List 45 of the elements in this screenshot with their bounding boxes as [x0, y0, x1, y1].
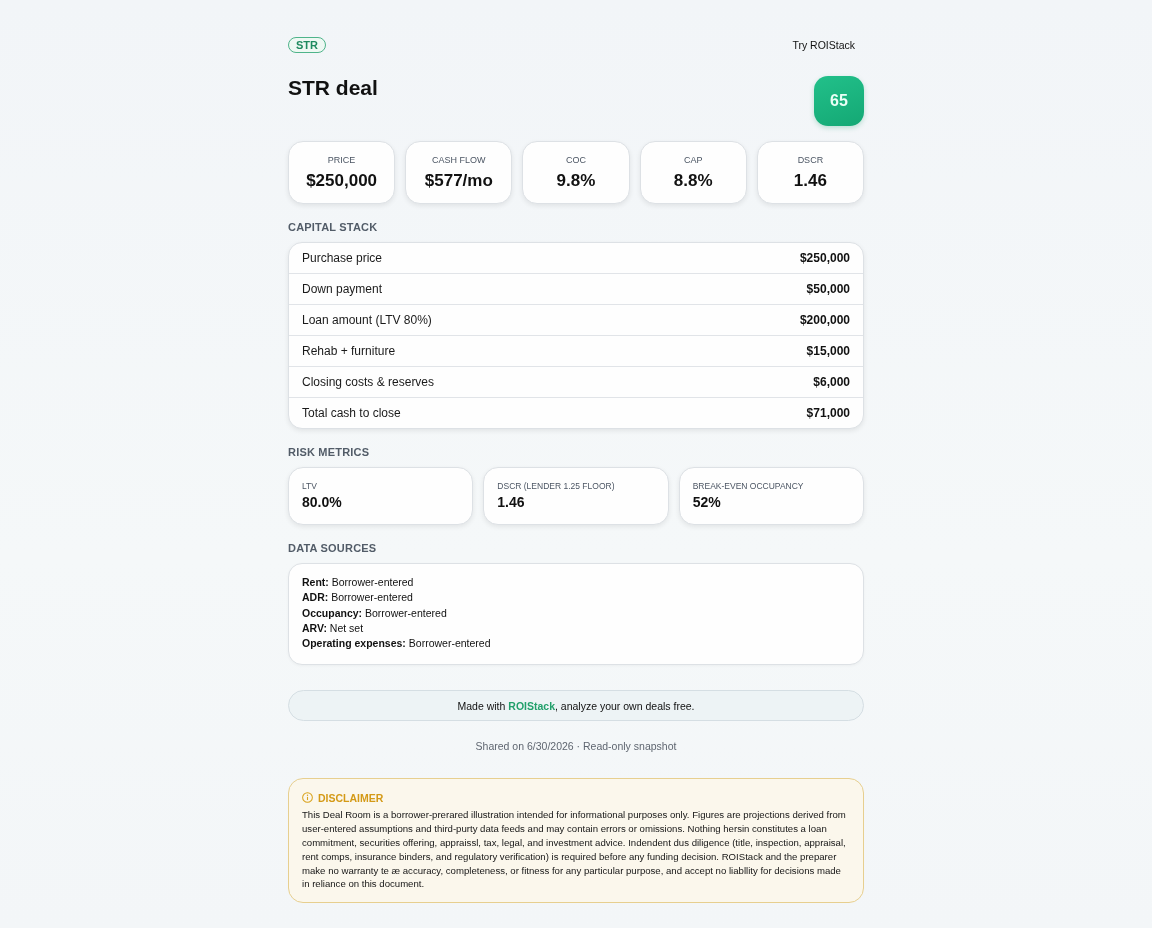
deal-type-badge: STR [288, 37, 326, 53]
metric-value: $250,000 [306, 171, 378, 191]
metric-label: PRICE [327, 155, 356, 166]
row-value: $6,000 [813, 375, 850, 389]
risk-value: 52% [692, 494, 722, 511]
metric-label: COC [566, 155, 586, 166]
risk-value: 1.46 [497, 494, 526, 511]
score-badge: 65 [814, 76, 864, 126]
metric-value: 8.8% [673, 171, 713, 191]
risk-label: LTV [302, 481, 318, 491]
row-label: Purchase price [302, 251, 383, 265]
shared-note: Shared on 6/30/2026 · Read-only snapshot [474, 740, 678, 754]
row-value: $71,000 [806, 406, 850, 420]
metric-label: CAP [683, 155, 703, 166]
section-heading: CAPITAL STACK [288, 221, 379, 234]
row-label: Total cash to close [302, 406, 401, 420]
row-label: Down payment [302, 282, 383, 296]
disclaimer-text: This Deal Room is a borrower-prerared illustration intended for informational purposes only. Figures are projections derived from user-entered assumptions and third-purty data feeds and may contain errors or omissions. Nothing hersin constitutes a loan commitment, securities offering, appraissl, tax, legal, and investment advice. Indendent dus diligence (title, inspection, appraisal, rent comps, insurance binders, and regulatory verification) is required before any funding decision. ROIStack and the preparer make no warranty te æ accuracy, completeness, or fitness for any particular purpose, and accept no liabllity for decisions made in reliance on this document. [302, 808, 847, 892]
row-value: $15,000 [806, 344, 850, 358]
promo-text: Made with ROIStack, analyze your own deals free. [457, 700, 695, 712]
metric-label: DSCR [797, 155, 824, 166]
risk-label: BREAK-EVEN OCCUPANCY [692, 481, 805, 491]
disclaimer-heading: DISCLAIMER [318, 792, 384, 804]
deal-title: STR deal [288, 76, 378, 100]
data-source-line: ARV: Net set [302, 620, 365, 636]
metric-value: 1.46 [793, 171, 827, 191]
metric-value: 9.8% [556, 171, 596, 191]
row-value: $250,000 [799, 251, 850, 265]
try-roistack-link[interactable]: Try ROIStack [792, 39, 855, 51]
data-source-line: ADR: Borrower-entered [302, 590, 414, 606]
row-label: Loan amount (LTV 80%) [302, 313, 432, 327]
data-source-line: Occupancy: Borrower-entered [302, 605, 448, 621]
data-source-line: Operating expenses: Borrower-entered [302, 636, 492, 652]
risk-label: DSCR (LENDER 1.25 FLOOR) [497, 481, 616, 491]
row-label: Closing costs & reserves [302, 375, 435, 389]
section-heading: RISK METRICS [288, 446, 371, 459]
row-value: $50,000 [806, 282, 850, 296]
row-value: $200,000 [799, 313, 850, 327]
risk-value: 80.0% [302, 494, 343, 511]
data-source-line: Rent: Borrower-entered [302, 575, 415, 590]
section-heading: DATA SOURCES [288, 542, 378, 555]
info-icon [302, 792, 313, 804]
metric-label: CASH FLOW [432, 155, 486, 166]
row-label: Rehab + furniture [302, 344, 396, 358]
metric-value: $577/mo [424, 171, 493, 191]
